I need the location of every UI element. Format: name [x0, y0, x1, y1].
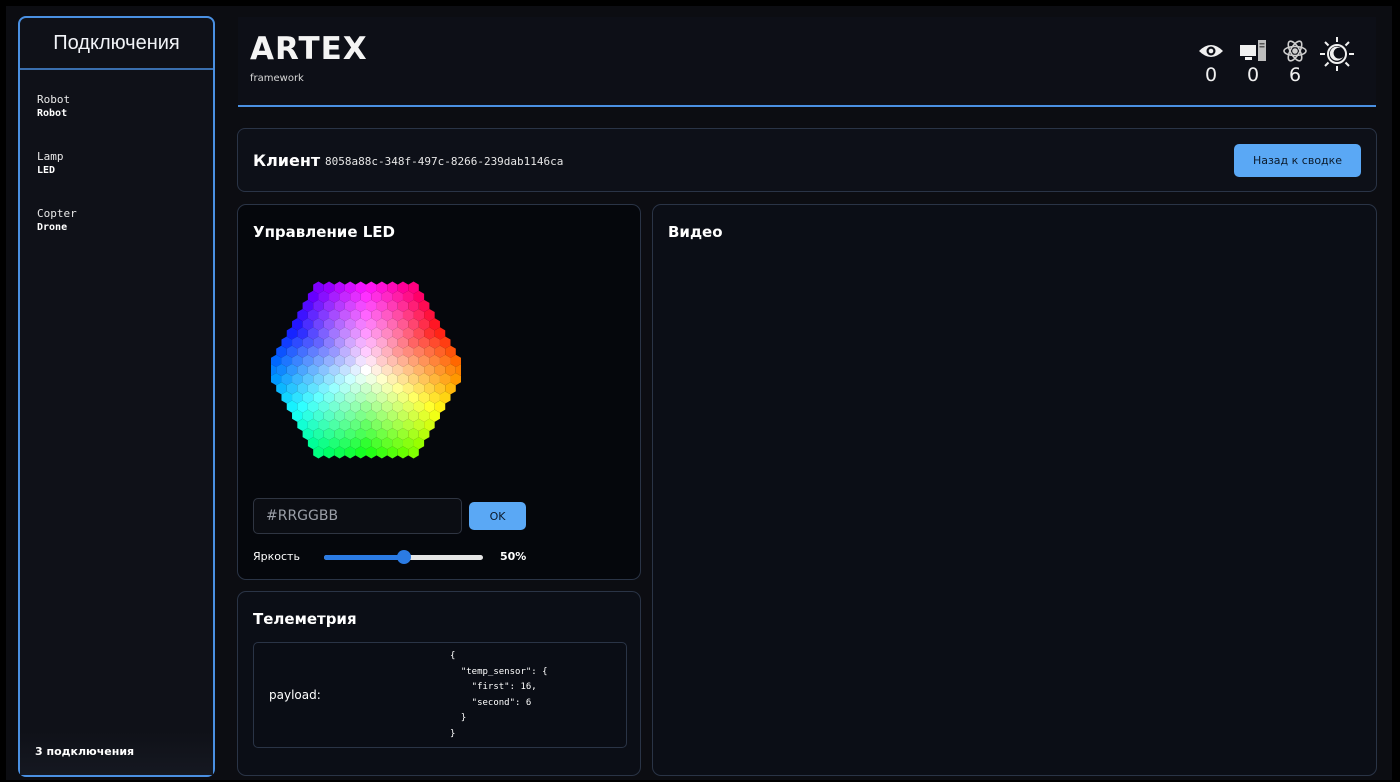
header: ARTEX framework 0 0 6 — [238, 17, 1376, 107]
client-label: Клиент — [253, 151, 321, 170]
connection-count: 3 подключения — [20, 731, 213, 775]
sidebar-title: Подключения — [20, 18, 213, 70]
led-control-panel: Управление LED OK Яркость 50% — [237, 204, 641, 580]
ok-button[interactable]: OK — [469, 502, 526, 530]
connection-item-lamp[interactable]: Lamp LED — [37, 149, 213, 177]
connections-sidebar: Подключения Robot Robot Lamp LED Copter … — [18, 16, 215, 777]
connection-item-robot[interactable]: Robot Robot — [37, 92, 213, 120]
theme-toggle[interactable] — [1316, 34, 1358, 85]
stat-value: 0 — [1246, 64, 1260, 86]
stat-viewers: 0 — [1190, 37, 1232, 85]
brightness-label: Яркость — [253, 550, 300, 563]
connection-name: Robot — [37, 93, 71, 106]
panel-title: Управление LED — [253, 223, 395, 241]
slider-fill — [324, 555, 404, 560]
stat-value: 0 — [1204, 64, 1218, 86]
video-panel: Видео — [652, 204, 1377, 776]
panel-title: Телеметрия — [253, 610, 357, 628]
computer-icon — [1239, 37, 1267, 65]
brightness-value: 50% — [500, 550, 527, 563]
brightness-slider[interactable] — [324, 550, 483, 564]
payload-label: payload: — [269, 688, 321, 702]
connection-type: Robot — [37, 108, 68, 119]
payload-json: { "temp_sensor": { "first": 16, "second"… — [450, 651, 548, 739]
client-bar: Клиент 8058a88c-348f-497c-8266-239dab114… — [237, 128, 1377, 192]
color-hexagon-picker[interactable] — [271, 263, 461, 478]
connection-item-copter[interactable]: Copter Drone — [37, 206, 213, 234]
client-id: 8058a88c-348f-497c-8266-239dab1146ca — [325, 155, 564, 168]
connection-list: Robot Robot Lamp LED Copter Drone — [20, 70, 213, 234]
logo-subtitle: framework — [250, 73, 304, 84]
slider-thumb[interactable] — [396, 550, 411, 564]
connection-type: Drone — [37, 222, 68, 233]
telemetry-payload-box: payload: { "temp_sensor": { "first": 16,… — [253, 642, 627, 748]
stat-nodes: 6 — [1274, 37, 1316, 85]
atom-icon — [1282, 37, 1308, 65]
eye-icon — [1198, 37, 1224, 65]
header-stats: 0 0 6 — [1190, 37, 1358, 85]
telemetry-panel: Телеметрия payload: { "temp_sensor": { "… — [237, 591, 641, 776]
connection-type: LED — [37, 165, 56, 176]
connection-name: Lamp — [37, 150, 64, 163]
hex-color-input[interactable] — [253, 498, 462, 534]
stat-value: 6 — [1288, 64, 1302, 86]
panel-title: Видео — [668, 223, 723, 241]
back-to-summary-button[interactable]: Назад к сводке — [1234, 144, 1361, 177]
connection-name: Copter — [37, 207, 77, 220]
stat-computers: 0 — [1232, 37, 1274, 85]
logo: ARTEX — [250, 31, 368, 67]
sun-moon-icon — [1318, 34, 1356, 74]
